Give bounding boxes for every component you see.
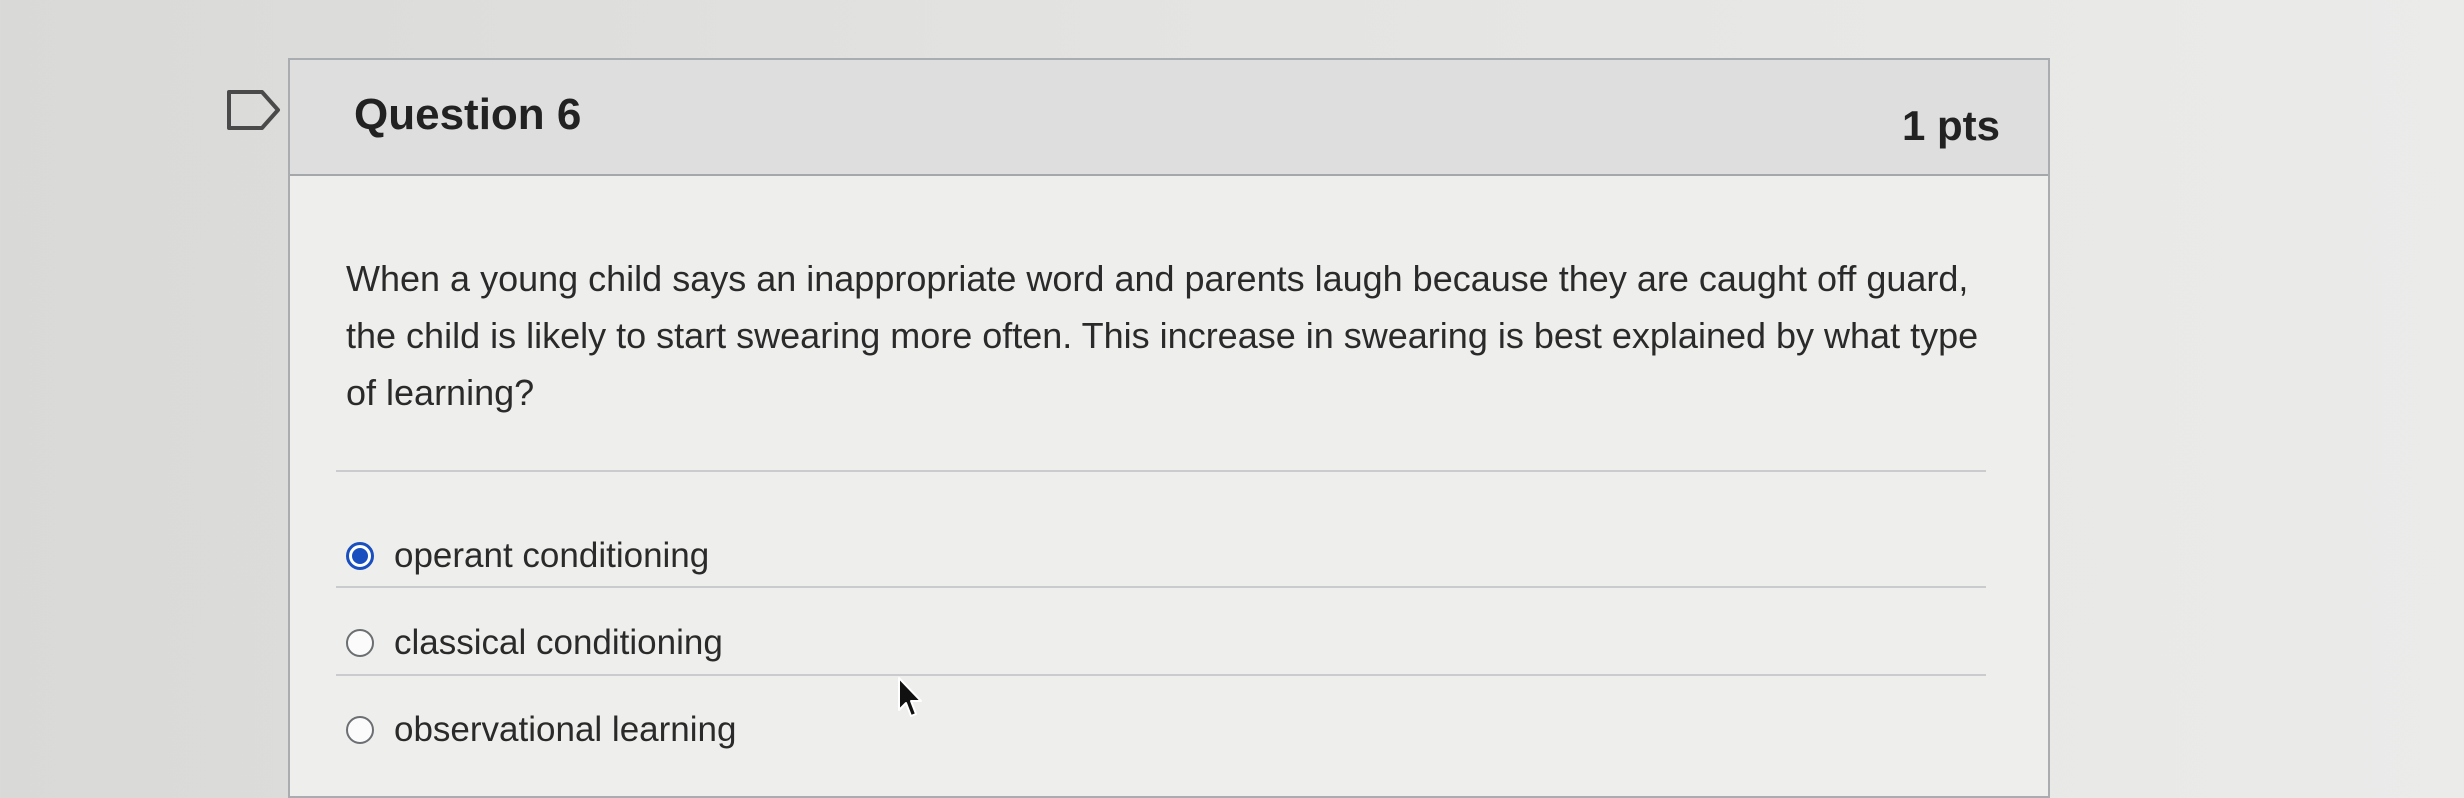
answer-option-classical[interactable]: classical conditioning bbox=[346, 613, 1046, 673]
answer-label: operant conditioning bbox=[394, 536, 710, 575]
question-card: Question 6 1 pts When a young child says… bbox=[288, 58, 2050, 798]
flag-question-icon[interactable] bbox=[226, 89, 282, 131]
question-points: 1 pts bbox=[1901, 102, 2000, 149]
answer-option-observational[interactable]: observational learning bbox=[346, 700, 1046, 760]
answer-label: observational learning bbox=[394, 710, 737, 749]
question-header: Question 6 1 pts bbox=[290, 60, 2048, 176]
answer-label: classical conditioning bbox=[394, 623, 723, 662]
radio-unselected-icon[interactable] bbox=[346, 629, 374, 657]
answer-divider bbox=[336, 674, 1986, 676]
question-title: Question 6 bbox=[354, 90, 582, 139]
answer-divider bbox=[336, 470, 1986, 472]
radio-unselected-icon[interactable] bbox=[346, 716, 374, 744]
answer-option-operant[interactable]: operant conditioning bbox=[346, 526, 1046, 586]
radio-selected-icon[interactable] bbox=[346, 542, 374, 570]
mouse-pointer-icon bbox=[898, 677, 922, 717]
answer-divider bbox=[336, 586, 1986, 588]
question-text: When a young child says an inappropriate… bbox=[346, 258, 1979, 413]
